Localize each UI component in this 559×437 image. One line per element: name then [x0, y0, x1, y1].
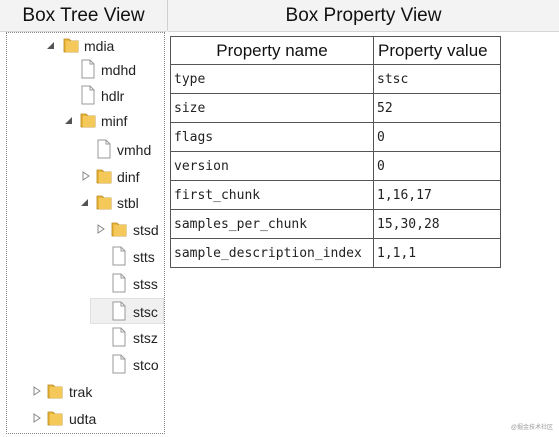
collapsed-arrow-icon[interactable]	[82, 170, 92, 182]
expanded-arrow-icon[interactable]	[65, 114, 75, 126]
tree-node-label: stsz	[133, 330, 158, 346]
folder-icon	[80, 110, 96, 130]
collapsed-arrow-icon[interactable]	[97, 223, 107, 235]
property-name-cell: type	[170, 64, 374, 94]
tree-node-stts[interactable]: stts	[7, 244, 164, 270]
folder-icon	[63, 35, 79, 55]
box-tree-view-title: Box Tree View	[22, 4, 145, 26]
property-value-cell: 0	[373, 122, 501, 152]
tree-node-stbl[interactable]: stbl	[7, 190, 164, 216]
tree-node-label: trak	[69, 384, 93, 400]
property-value-cell: stsc	[373, 64, 501, 94]
tree-node-stsd[interactable]: stsd	[7, 217, 164, 243]
tree-node-label: mdia	[84, 38, 115, 54]
tree-node-vmhd[interactable]: vmhd	[7, 137, 164, 163]
tree-node-label: stsd	[133, 222, 159, 238]
property-name-cell: samples_per_chunk	[170, 209, 374, 239]
tree-node-label: stts	[133, 249, 155, 265]
table-row[interactable]: type stsc	[170, 64, 501, 94]
table-row[interactable]: samples_per_chunk 15,30,28	[170, 209, 501, 239]
folder-icon	[47, 381, 63, 401]
table-row[interactable]: version 0	[170, 151, 501, 181]
property-value-cell: 1,16,17	[373, 180, 501, 210]
tree-node-label: stbl	[117, 195, 139, 211]
tree-node-udta[interactable]: udta	[7, 406, 164, 432]
file-icon	[80, 85, 96, 105]
file-icon	[111, 327, 127, 347]
tree-node-hdlr[interactable]: hdlr	[7, 83, 164, 109]
tree-node-stss[interactable]: stss	[7, 271, 164, 297]
file-icon	[80, 59, 96, 79]
box-property-view-title: Box Property View	[285, 4, 442, 26]
table-row[interactable]: flags 0	[170, 122, 501, 152]
table-row[interactable]: sample_description_index 1,1,1	[170, 238, 501, 268]
tree-node-label: udta	[69, 411, 97, 427]
tree-node-label: minf	[101, 113, 128, 129]
property-value-cell: 0	[373, 151, 501, 181]
tree-node-stco[interactable]: stco	[7, 352, 164, 378]
tree-node-dinf[interactable]: dinf	[7, 164, 164, 190]
file-icon	[111, 273, 127, 293]
box-property-view-header: Box Property View	[168, 0, 559, 32]
collapsed-arrow-icon[interactable]	[33, 385, 43, 397]
box-tree-view-header: Box Tree View	[0, 0, 167, 32]
expanded-arrow-icon[interactable]	[47, 39, 57, 51]
property-table: Property name Property value type stsc s…	[170, 36, 501, 268]
box-tree[interactable]: mdia mdhd hdlr minf vmhd dinf stbl stsd …	[6, 32, 165, 434]
property-name-cell: first_chunk	[170, 180, 374, 210]
tree-node-stsz[interactable]: stsz	[7, 325, 164, 351]
property-value-cell: 1,1,1	[373, 238, 501, 268]
file-icon	[96, 139, 112, 159]
property-value-cell: 52	[373, 93, 501, 123]
property-name-cell: version	[170, 151, 374, 181]
folder-icon	[111, 219, 127, 239]
tree-node-label: stss	[133, 276, 158, 292]
file-icon	[111, 301, 127, 321]
watermark: @掘金技术社区	[510, 425, 553, 431]
property-name-cell: flags	[170, 122, 374, 152]
table-row[interactable]: first_chunk 1,16,17	[170, 180, 501, 210]
column-header-property-value: Property value	[373, 36, 501, 65]
table-row[interactable]: size 52	[170, 93, 501, 123]
tree-node-label: stco	[133, 357, 159, 373]
column-header-property-name: Property name	[170, 36, 374, 65]
collapsed-arrow-icon[interactable]	[33, 412, 43, 424]
tree-node-label: dinf	[117, 169, 140, 185]
tree-node-label: mdhd	[101, 62, 137, 78]
folder-icon	[47, 408, 63, 428]
file-icon	[111, 354, 127, 374]
expanded-arrow-icon[interactable]	[81, 196, 91, 208]
folder-icon	[96, 192, 112, 212]
tree-node-stsc-selected[interactable]: stsc	[90, 298, 164, 324]
tree-node-label: vmhd	[117, 142, 152, 158]
tree-node-trak[interactable]: trak	[7, 379, 164, 405]
tree-node-minf[interactable]: minf	[7, 108, 164, 134]
property-name-cell: size	[170, 93, 374, 123]
folder-icon	[96, 166, 112, 186]
tree-node-label: hdlr	[101, 88, 125, 104]
property-name-cell: sample_description_index	[170, 238, 374, 268]
tree-node-label: stsc	[133, 304, 158, 320]
table-header-row: Property name Property value	[170, 36, 501, 65]
file-icon	[111, 246, 127, 266]
tree-node-mdia[interactable]: mdia	[7, 33, 164, 59]
property-value-cell: 15,30,28	[373, 209, 501, 239]
tree-node-mdhd[interactable]: mdhd	[7, 57, 164, 83]
